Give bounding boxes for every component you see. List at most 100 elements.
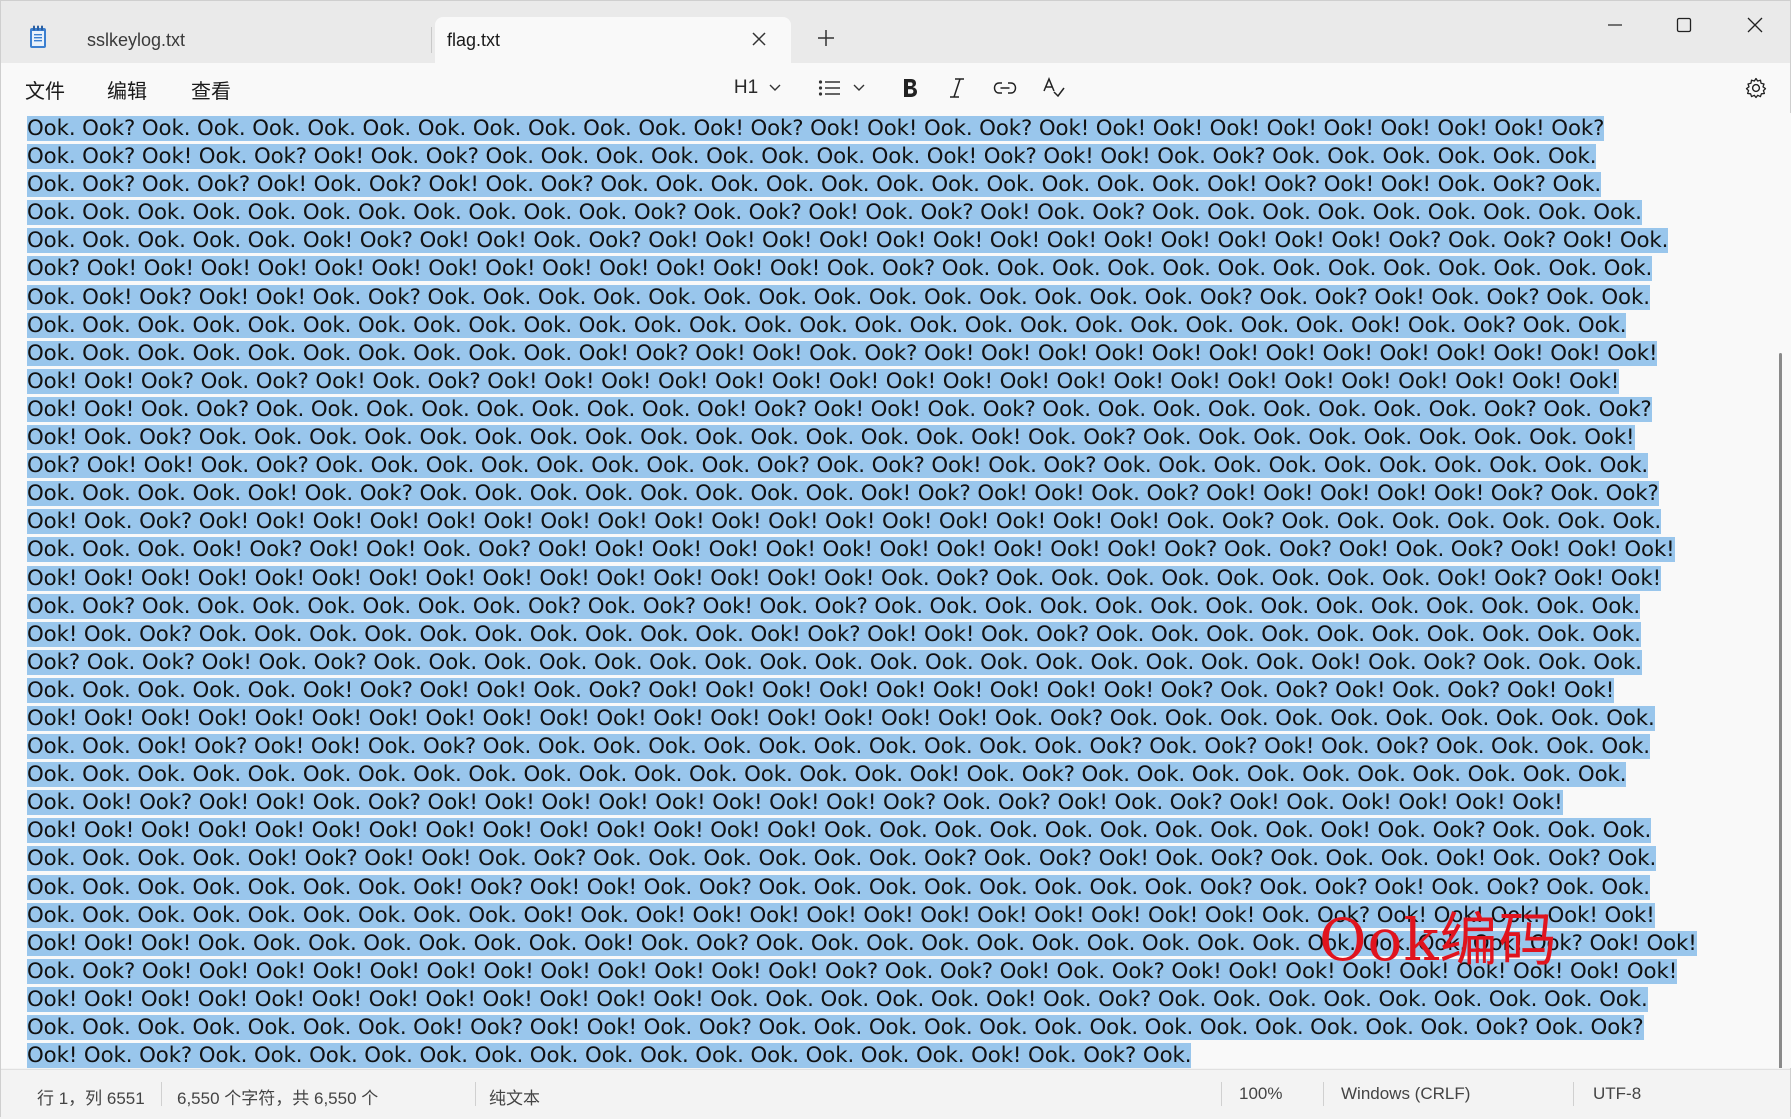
cursor-position: 行 1，列 6551 bbox=[37, 1089, 145, 1108]
list-dropdown[interactable] bbox=[815, 73, 869, 103]
selected-text: Ook! Ook! Ook! Ook! Ook! Ook! Ook! Ook! … bbox=[27, 705, 1655, 731]
text-line: Ook! Ook. Ook? Ook. Ook. Ook. Ook. Ook. … bbox=[27, 1042, 1767, 1068]
text-line: Ook! Ook! Ook. Ook? Ook. Ook. Ook. Ook. … bbox=[27, 396, 1767, 424]
tab-label: sslkeylog.txt bbox=[87, 29, 186, 50]
selected-text: Ook. Ook. Ook. Ook. Ook. Ook. Ook. Ook! … bbox=[27, 1015, 1644, 1040]
text-line: Ook! Ook! Ook! Ook! Ook! Ook! Ook! Ook! … bbox=[27, 817, 1767, 845]
text-line: Ook. Ook. Ook. Ook. Ook. Ook! Ook? Ook! … bbox=[27, 677, 1767, 705]
selected-text: Ook! Ook. Ook? Ook. Ook. Ook. Ook. Ook. … bbox=[27, 621, 1641, 647]
selected-text: Ook. Ook? Ook. Ook? Ook! Ook. Ook? Ook! … bbox=[27, 172, 1601, 198]
spellcheck-icon[interactable] bbox=[1037, 73, 1071, 103]
status-divider bbox=[1573, 1082, 1574, 1106]
menu-view[interactable]: 查看 bbox=[191, 75, 231, 104]
text-line: Ook. Ook! Ook? Ook! Ook! Ook. Ook? Ook! … bbox=[27, 789, 1767, 817]
selected-text: Ook! Ook! Ook! Ook! Ook! Ook! Ook! Ook! … bbox=[27, 986, 1648, 1012]
status-divider bbox=[475, 1082, 476, 1106]
chevron-down-icon bbox=[853, 84, 865, 91]
text-line: Ook. Ook. Ook. Ook. Ook. Ook. Ook. Ook. … bbox=[27, 312, 1767, 340]
text-line: Ook. Ook. Ook. Ook. Ook. Ook! Ook? Ook! … bbox=[27, 227, 1767, 255]
selected-text: Ook! Ook! Ook! Ook! Ook! Ook! Ook! Ook! … bbox=[27, 818, 1652, 844]
text-line: Ook! Ook! Ook! Ook! Ook! Ook! Ook! Ook! … bbox=[27, 986, 1767, 1014]
text-line: Ook. Ook? Ook. Ook? Ook! Ook. Ook? Ook! … bbox=[27, 171, 1767, 199]
settings-gear-icon[interactable] bbox=[1741, 73, 1771, 103]
selected-text: Ook. Ook! Ook? Ook! Ook! Ook. Ook? Ook. … bbox=[27, 284, 1650, 310]
title-bar: sslkeylog.txt flag.txt bbox=[1, 1, 1790, 63]
selected-text: Ook. Ook. Ook. Ook. Ook. Ook! Ook? Ook! … bbox=[27, 677, 1615, 703]
link-icon[interactable] bbox=[989, 73, 1021, 103]
encoding[interactable]: UTF-8 bbox=[1593, 1084, 1641, 1104]
selected-text: Ook. Ook. Ook! Ook? Ook! Ook! Ook. Ook? … bbox=[27, 734, 1650, 760]
text-editor-area[interactable]: Ook. Ook? Ook. Ook. Ook. Ook. Ook. Ook. … bbox=[1, 113, 1791, 1068]
bullet-list-icon bbox=[818, 80, 840, 96]
selected-text: Ook! Ook! Ook! Ook! Ook! Ook! Ook! Ook! … bbox=[27, 565, 1662, 591]
text-line: Ook! Ook! Ook! Ook! Ook! Ook! Ook! Ook! … bbox=[27, 705, 1767, 733]
close-window-icon[interactable] bbox=[1725, 7, 1785, 43]
new-tab-plus-icon[interactable] bbox=[813, 25, 839, 51]
selected-text: Ook. Ook. Ook. Ook! Ook? Ook! Ook! Ook. … bbox=[27, 537, 1675, 563]
chevron-down-icon bbox=[769, 84, 781, 91]
selected-text: Ook? Ook! Ook! Ook. Ook? Ook. Ook. Ook. … bbox=[27, 453, 1649, 479]
text-line: Ook. Ook. Ook. Ook. Ook. Ook. Ook. Ook. … bbox=[27, 761, 1767, 789]
selected-text: Ook. Ook. Ook. Ook. Ook. Ook! Ook? Ook! … bbox=[27, 228, 1669, 254]
menu-file[interactable]: 文件 bbox=[25, 75, 65, 104]
watermark-text: Ook编码 bbox=[1319, 906, 1558, 974]
selected-text: Ook. Ook. Ook. Ook. Ook. Ook. Ook. Ook. … bbox=[27, 340, 1658, 366]
text-line: Ook. Ook? Ook! Ook. Ook? Ook! Ook. Ook? … bbox=[27, 143, 1767, 171]
menu-bar: 文件 编辑 查看 H1 bbox=[1, 63, 1790, 114]
selected-text: Ook. Ook? Ook. Ook. Ook. Ook. Ook. Ook. … bbox=[27, 116, 1605, 141]
text-line: Ook. Ook? Ook. Ook. Ook. Ook. Ook. Ook. … bbox=[27, 115, 1767, 143]
tab-divider bbox=[431, 27, 432, 53]
notepad-app-icon bbox=[30, 25, 46, 48]
selected-text: Ook. Ook. Ook. Ook. Ook! Ook. Ook? Ook. … bbox=[27, 481, 1659, 507]
selected-text: Ook! Ook. Ook? Ook! Ook! Ook! Ook! Ook! … bbox=[27, 509, 1662, 535]
bold-icon[interactable] bbox=[895, 73, 925, 103]
selected-text: Ook? Ook! Ook! Ook! Ook! Ook! Ook! Ook! … bbox=[27, 256, 1653, 282]
selected-text: Ook! Ook. Ook? Ook. Ook. Ook. Ook. Ook. … bbox=[27, 425, 1635, 451]
status-divider bbox=[161, 1082, 162, 1106]
notepad-window: sslkeylog.txt flag.txt 文件 编辑 查看 H1 Ook. … bbox=[0, 0, 1791, 1119]
zoom-level[interactable]: 100% bbox=[1239, 1084, 1282, 1104]
status-bar: 行 1，列 6551 6,550 个字符，共 6,550 个 纯文本 100% … bbox=[1, 1069, 1790, 1119]
selected-text: Ook! Ook! Ook. Ook? Ook. Ook. Ook. Ook. … bbox=[27, 396, 1652, 422]
selected-text: Ook! Ook. Ook? Ook. Ook. Ook. Ook. Ook. … bbox=[27, 1043, 1192, 1068]
selected-text: Ook. Ook! Ook? Ook! Ook! Ook. Ook? Ook! … bbox=[27, 790, 1563, 816]
text-line: Ook. Ook. Ook. Ook. Ook. Ook. Ook. Ook. … bbox=[27, 340, 1767, 368]
text-line: Ook? Ook! Ook! Ook. Ook? Ook. Ook. Ook. … bbox=[27, 452, 1767, 480]
selected-text: Ook. Ook. Ook. Ook. Ook. Ook. Ook. Ook. … bbox=[27, 200, 1642, 226]
close-tab-icon[interactable] bbox=[749, 29, 769, 49]
tab-flag[interactable]: flag.txt bbox=[435, 17, 791, 63]
vertical-scrollbar[interactable] bbox=[1779, 353, 1782, 1068]
heading-dropdown[interactable]: H1 bbox=[731, 73, 785, 103]
text-line: Ook? Ook. Ook? Ook! Ook. Ook? Ook. Ook. … bbox=[27, 649, 1767, 677]
text-line: Ook. Ook. Ook. Ook. Ook! Ook. Ook? Ook. … bbox=[27, 480, 1767, 508]
text-line: Ook. Ook? Ook. Ook. Ook. Ook. Ook. Ook. … bbox=[27, 593, 1767, 621]
text-line: Ook. Ook. Ook. Ook! Ook? Ook! Ook! Ook. … bbox=[27, 536, 1767, 564]
selected-text: Ook! Ook! Ook? Ook. Ook? Ook! Ook. Ook? … bbox=[27, 368, 1620, 394]
text-line: Ook. Ook. Ook. Ook. Ook. Ook. Ook. Ook. … bbox=[27, 199, 1767, 227]
text-line: Ook. Ook. Ook. Ook. Ook! Ook? Ook! Ook! … bbox=[27, 845, 1767, 873]
tab-label: flag.txt bbox=[447, 29, 501, 50]
text-line: Ook. Ook. Ook. Ook. Ook. Ook. Ook. Ook! … bbox=[27, 1014, 1767, 1042]
menu-edit[interactable]: 编辑 bbox=[107, 75, 147, 104]
text-line: Ook! Ook! Ook? Ook. Ook? Ook! Ook. Ook? … bbox=[27, 368, 1767, 396]
status-divider bbox=[1323, 1082, 1324, 1106]
text-line: Ook! Ook! Ook! Ook! Ook! Ook! Ook! Ook! … bbox=[27, 565, 1767, 593]
text-line: Ook? Ook! Ook! Ook! Ook! Ook! Ook! Ook! … bbox=[27, 255, 1767, 283]
selected-text: Ook. Ook. Ook. Ook. Ook. Ook. Ook. Ook. … bbox=[27, 312, 1627, 338]
text-line: Ook. Ook. Ook! Ook? Ook! Ook! Ook. Ook? … bbox=[27, 733, 1767, 761]
selected-text: Ook. Ook. Ook. Ook. Ook! Ook? Ook! Ook! … bbox=[27, 846, 1657, 872]
text-line: Ook! Ook. Ook? Ook. Ook. Ook. Ook. Ook. … bbox=[27, 621, 1767, 649]
selected-text: Ook. Ook? Ook! Ook. Ook? Ook! Ook. Ook? … bbox=[27, 144, 1597, 170]
document-format[interactable]: 纯文本 bbox=[489, 1084, 540, 1109]
heading-label: H1 bbox=[733, 77, 759, 98]
line-ending[interactable]: Windows (CRLF) bbox=[1341, 1084, 1470, 1104]
italic-icon[interactable] bbox=[942, 73, 972, 103]
selected-text: Ook? Ook. Ook? Ook! Ook. Ook? Ook. Ook. … bbox=[27, 649, 1642, 675]
status-divider bbox=[1221, 1082, 1222, 1106]
maximize-icon[interactable] bbox=[1654, 7, 1714, 43]
tab-sslkeylog[interactable]: sslkeylog.txt bbox=[63, 17, 433, 63]
minimize-icon[interactable] bbox=[1585, 7, 1645, 43]
text-line: Ook! Ook. Ook? Ook. Ook. Ook. Ook. Ook. … bbox=[27, 424, 1767, 452]
text-line: Ook. Ook! Ook? Ook! Ook! Ook. Ook? Ook. … bbox=[27, 284, 1767, 312]
selected-text: Ook. Ook? Ook. Ook. Ook. Ook. Ook. Ook. … bbox=[27, 593, 1641, 619]
